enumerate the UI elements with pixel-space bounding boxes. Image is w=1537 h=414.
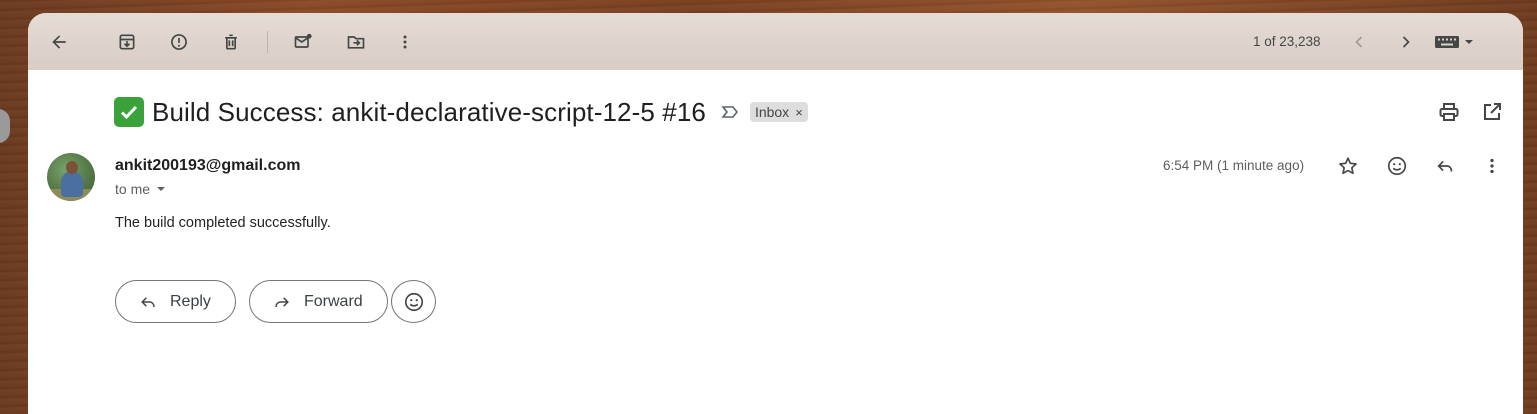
subject-line: Build Success: ankit-declarative-script-…	[114, 95, 808, 129]
recipient-details[interactable]: to me	[115, 181, 166, 197]
label-text: Inbox	[754, 104, 790, 120]
report-spam-icon[interactable]	[164, 27, 194, 57]
back-arrow-icon[interactable]	[44, 27, 74, 57]
forward-button[interactable]: Forward	[249, 280, 388, 323]
keyboard-icon	[1435, 36, 1459, 48]
forward-button-label: Forward	[304, 292, 363, 310]
input-tools-button[interactable]	[1434, 33, 1474, 51]
reply-button[interactable]: Reply	[115, 280, 236, 323]
sender-email[interactable]: ankit200193@gmail.com	[115, 157, 300, 175]
open-new-window-icon[interactable]	[1480, 100, 1504, 124]
dropdown-caret-icon	[1465, 40, 1473, 44]
importance-marker-icon[interactable]	[720, 102, 740, 122]
delete-icon[interactable]	[216, 27, 246, 57]
pager-count: 1 of 23,238	[1253, 34, 1321, 49]
move-to-icon[interactable]	[341, 27, 371, 57]
sender-avatar[interactable]	[47, 153, 95, 201]
email-subject: Build Success: ankit-declarative-script-…	[152, 96, 706, 127]
forward-icon	[275, 296, 289, 307]
star-icon[interactable]	[1335, 153, 1361, 179]
emoji-icon	[404, 292, 423, 311]
email-view: 1 of 23,238 Build Success: ankit-declara…	[28, 13, 1523, 414]
mark-unread-icon[interactable]	[288, 27, 318, 57]
more-vert-icon[interactable]	[390, 27, 420, 57]
archive-icon[interactable]	[112, 27, 142, 57]
check-mark-icon	[114, 97, 144, 127]
remove-label-button[interactable]: ×	[795, 105, 803, 120]
toolbar-divider	[267, 31, 268, 53]
recipient-text: to me	[115, 181, 151, 197]
emoji-react-icon[interactable]	[1384, 153, 1410, 179]
inbox-label-chip[interactable]: Inbox ×	[749, 102, 808, 122]
chevron-right-icon[interactable]	[1391, 27, 1421, 57]
message-timestamp: 6:54 PM (1 minute ago)	[1163, 158, 1305, 173]
reply-button-label: Reply	[170, 292, 211, 310]
chevron-down-icon	[157, 187, 166, 191]
emoji-reaction-button[interactable]	[391, 280, 436, 323]
reply-icon	[141, 296, 155, 307]
more-vert-icon[interactable]	[1479, 153, 1505, 179]
print-icon[interactable]	[1437, 100, 1461, 124]
reply-icon[interactable]	[1432, 153, 1458, 179]
chevron-left-icon[interactable]	[1344, 27, 1374, 57]
message-body: The build completed successfully.	[115, 215, 331, 231]
email-toolbar: 1 of 23,238	[28, 13, 1523, 70]
